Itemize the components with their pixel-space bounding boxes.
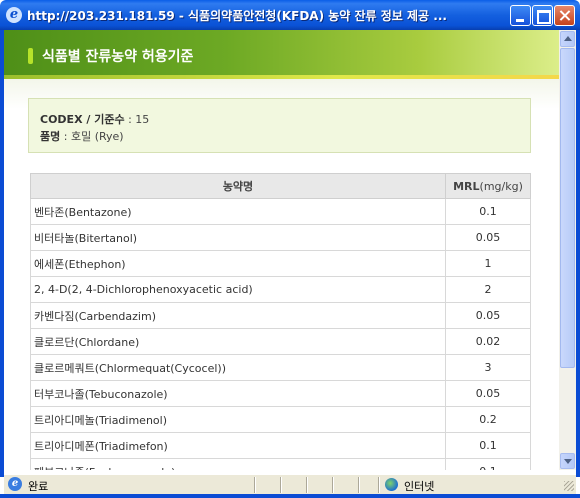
pesticide-name-cell: 벤타존(Bentazone) <box>30 198 446 225</box>
status-divider <box>254 477 256 493</box>
table-row: 벤타존(Bentazone) 0.1 <box>30 198 531 225</box>
scroll-down-button[interactable] <box>560 453 575 469</box>
column-header-pesticide: 농약명 <box>30 173 446 199</box>
status-divider <box>378 477 380 493</box>
page-content: 식품별 잔류농약 허용기준 CODEX / 기준수 : 15 품명 : 호밀 (… <box>4 30 559 470</box>
status-bar: e 완료 인터넷 <box>4 474 576 494</box>
close-button[interactable] <box>554 5 575 26</box>
internet-explorer-icon: e <box>6 7 22 23</box>
table-header-row: 농약명 MRL(mg/kg) <box>30 173 531 199</box>
table-row: 클로르메쿼트(Chlormequat(Cycocel)) 3 <box>30 354 531 381</box>
table-row: 에세폰(Ethephon) 1 <box>30 250 531 277</box>
product-name-label: 품명 <box>40 130 61 143</box>
pesticide-name-cell: 비터타놀(Bitertanol) <box>30 224 446 251</box>
page-title: 식품별 잔류농약 허용기준 <box>42 49 194 65</box>
table-row: 비터타놀(Bitertanol) 0.05 <box>30 224 531 251</box>
security-zone-label: 인터넷 <box>404 480 435 493</box>
mrl-value-cell: 0.02 <box>445 328 531 355</box>
product-name-value: 호밀 (Rye) <box>70 130 124 143</box>
resize-grip[interactable] <box>564 481 574 491</box>
mrl-value-cell: 0.1 <box>445 458 531 470</box>
info-box: CODEX / 기준수 : 15 품명 : 호밀 (Rye) <box>28 98 531 153</box>
scroll-up-button[interactable] <box>560 31 575 47</box>
page-done-icon: e <box>8 477 22 491</box>
pesticide-name-cell: 클로르메쿼트(Chlormequat(Cycocel)) <box>30 354 446 381</box>
mrl-table: 농약명 MRL(mg/kg) 벤타존(Bentazone) 0.1 비터타놀(Bit… <box>30 173 531 470</box>
pesticide-name-cell: 트리아디메놀(Triadimenol) <box>30 406 446 433</box>
codex-label: CODEX / 기준수 <box>40 113 125 126</box>
scroll-thumb[interactable] <box>560 48 575 368</box>
window-title-bar[interactable]: e http://203.231.181.59 - 식품의약품안전청(KFDA)… <box>0 0 580 30</box>
table-row: 트리아디메놀(Triadimenol) 0.2 <box>30 406 531 433</box>
minimize-button[interactable] <box>510 5 531 26</box>
mrl-value-cell: 0.1 <box>445 198 531 225</box>
table-row: 카벤다짐(Carbendazim) 0.05 <box>30 302 531 329</box>
mrl-value-cell: 0.05 <box>445 224 531 251</box>
pesticide-name-cell: 터부코나졸(Tebuconazole) <box>30 380 446 407</box>
pesticide-name-cell: 트리아디메폰(Triadimefon) <box>30 432 446 459</box>
codex-line: CODEX / 기준수 : 15 <box>40 113 150 126</box>
pesticide-name-cell: 에세폰(Ethephon) <box>30 250 446 277</box>
window-frame-bottom <box>0 494 580 498</box>
banner-bullet-icon <box>28 48 33 64</box>
vertical-scrollbar[interactable] <box>559 30 576 470</box>
window-title: http://203.231.181.59 - 식품의약품안전청(KFDA) 농… <box>27 9 447 23</box>
pesticide-name-cell: 페부코나졸(Fenbuconazole) <box>30 458 446 470</box>
mrl-value-cell: 2 <box>445 276 531 303</box>
status-divider <box>358 477 360 493</box>
pesticide-name-cell: 클로르단(Chlordane) <box>30 328 446 355</box>
mrl-value-cell: 3 <box>445 354 531 381</box>
status-text: 완료 <box>28 480 49 493</box>
mrl-header-label: MRL <box>453 179 480 193</box>
product-name-line: 품명 : 호밀 (Rye) <box>40 130 124 143</box>
mrl-value-cell: 0.05 <box>445 302 531 329</box>
pesticide-name-cell: 2, 4-D(2, 4-Dichlorophenoxyacetic acid) <box>30 276 446 303</box>
internet-zone-icon <box>385 478 398 491</box>
table-row: 트리아디메폰(Triadimefon) 0.1 <box>30 432 531 459</box>
mrl-value-cell: 0.05 <box>445 380 531 407</box>
table-row: 클로르단(Chlordane) 0.02 <box>30 328 531 355</box>
mrl-value-cell: 1 <box>445 250 531 277</box>
maximize-button[interactable] <box>532 5 553 26</box>
window-frame-right <box>576 30 580 477</box>
pesticide-name-cell: 카벤다짐(Carbendazim) <box>30 302 446 329</box>
mrl-header-unit: (mg/kg) <box>479 179 523 193</box>
table-row: 2, 4-D(2, 4-Dichlorophenoxyacetic acid) 2 <box>30 276 531 303</box>
codex-value: 15 <box>135 113 150 126</box>
status-divider <box>332 477 334 493</box>
table-row: 페부코나졸(Fenbuconazole)0.1 <box>30 458 531 470</box>
status-divider <box>280 477 282 493</box>
table-row: 터부코나졸(Tebuconazole) 0.05 <box>30 380 531 407</box>
mrl-value-cell: 0.1 <box>445 432 531 459</box>
status-divider <box>306 477 308 493</box>
column-header-mrl: MRL(mg/kg) <box>445 173 531 199</box>
mrl-value-cell: 0.2 <box>445 406 531 433</box>
